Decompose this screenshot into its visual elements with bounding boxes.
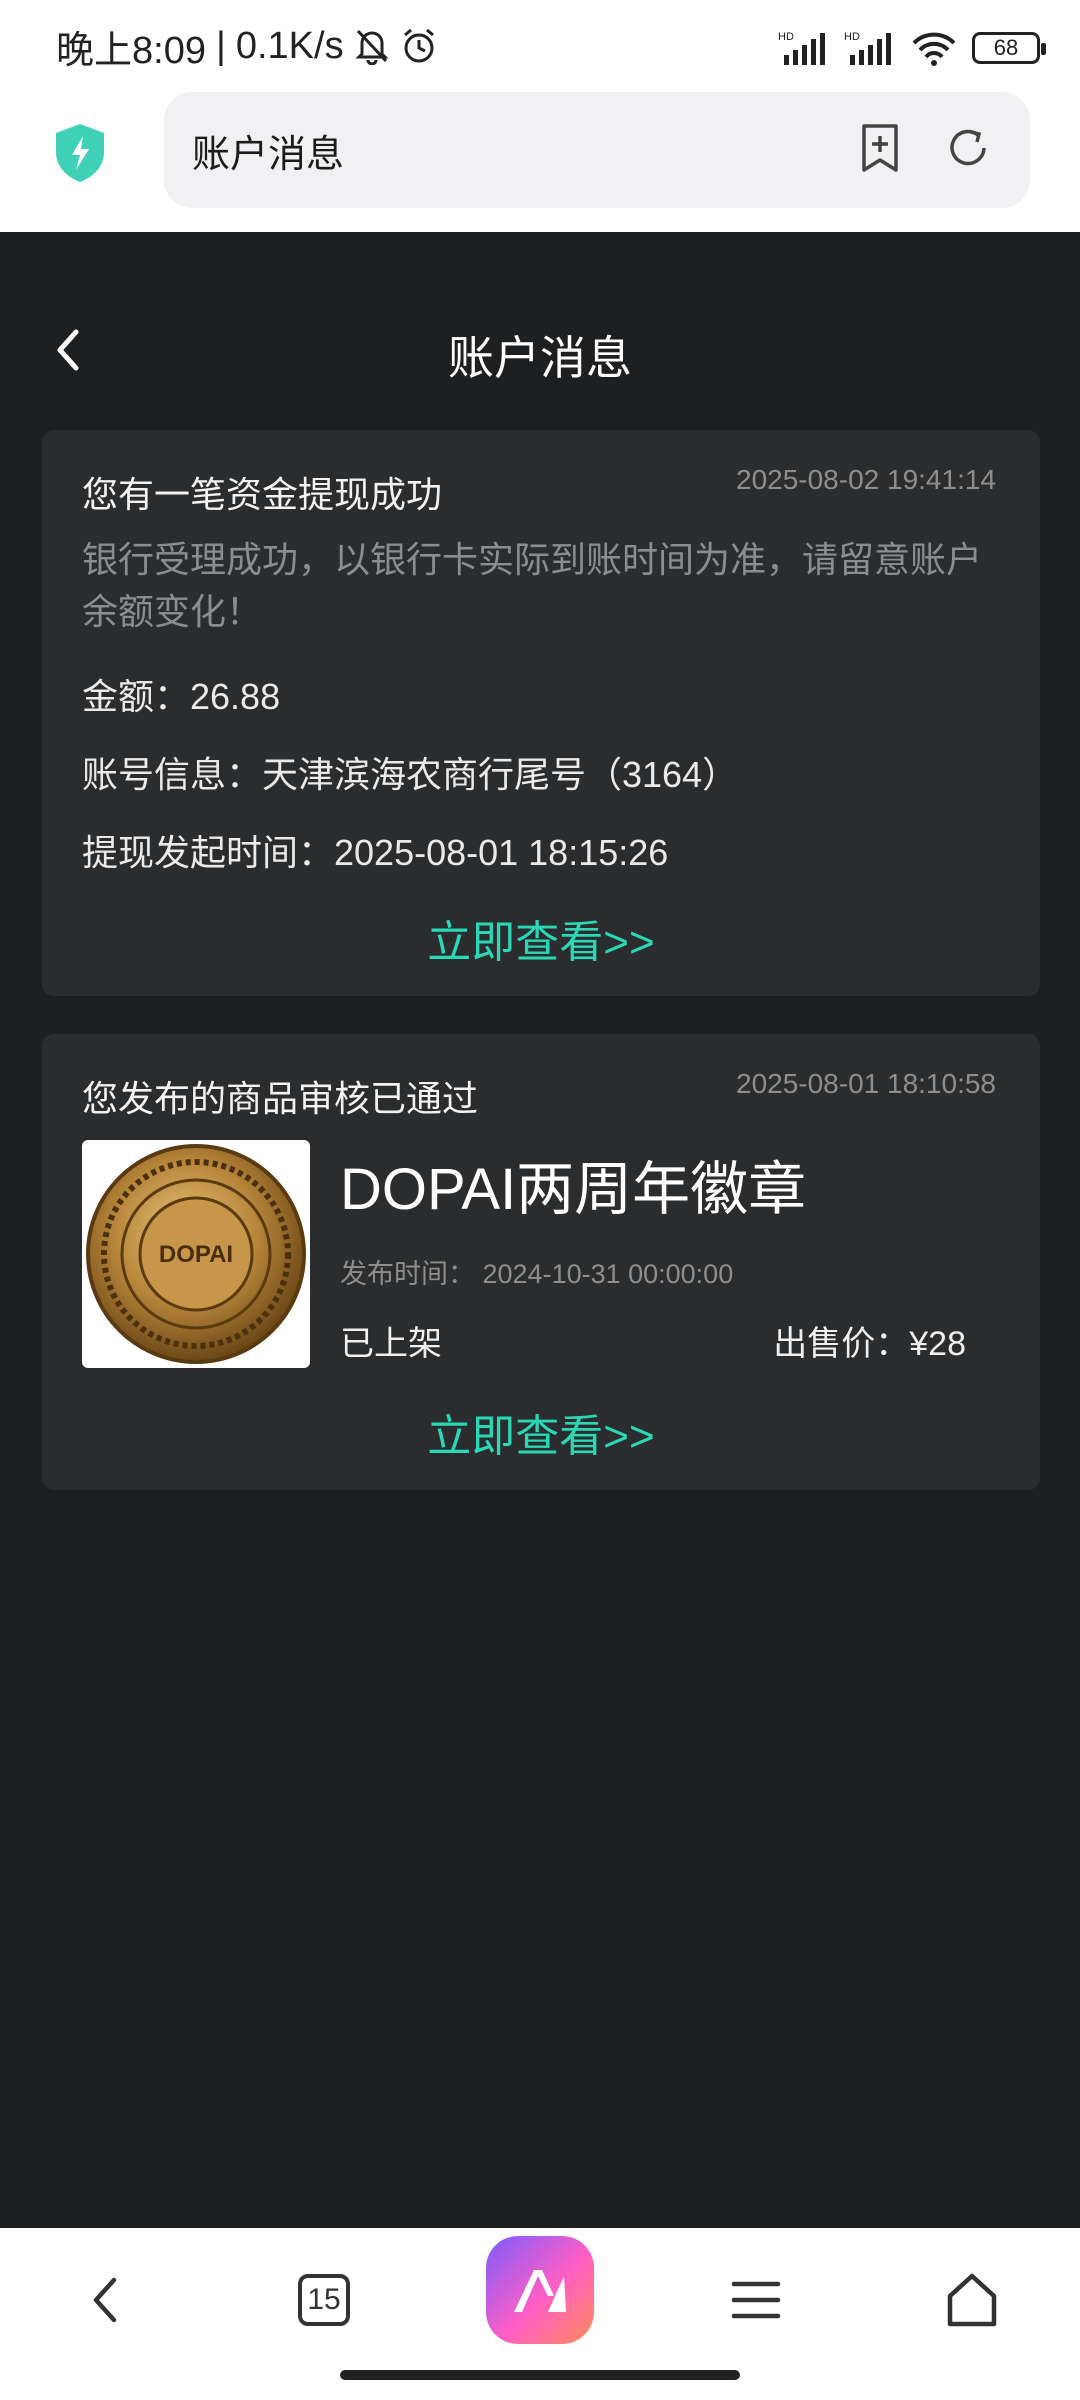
nav-back-button[interactable] bbox=[56, 2250, 156, 2350]
mute-bell-icon bbox=[354, 29, 389, 65]
withdrawal-amount: 金额：26.88 bbox=[82, 676, 281, 717]
status-left: 晚上8:09 | 0.1K/s bbox=[56, 18, 438, 74]
page-title: 账户消息 bbox=[448, 332, 632, 384]
signal-hd-label-2: HD bbox=[844, 31, 860, 43]
signal-icon-2: HD bbox=[844, 31, 891, 65]
menu-icon bbox=[731, 2281, 781, 2319]
network-speed: 0.1K/s bbox=[235, 24, 344, 67]
product-price: 出售价：¥28 bbox=[773, 1325, 966, 1363]
status-bar: 晚上8:09 | 0.1K/s HD HD 68 bbox=[0, 0, 1080, 92]
message-time: 2025-08-02 19:41:14 bbox=[736, 464, 996, 495]
signal-icon: HD bbox=[778, 31, 825, 65]
status-separator: | bbox=[215, 24, 226, 67]
message-description: 银行受理成功，以银行卡实际到账时间为准，请留意账户余额变化！ bbox=[82, 539, 983, 632]
home-icon bbox=[947, 2273, 997, 2327]
nav-home-button[interactable] bbox=[922, 2250, 1022, 2350]
tab-count-icon: 15 bbox=[298, 2274, 350, 2326]
status-time: 晚上8:09 bbox=[56, 29, 206, 72]
badge-coin-image: DOPAI bbox=[86, 1144, 306, 1364]
message-time: 2025-08-01 18:10:58 bbox=[736, 1068, 996, 1099]
battery-level: 68 bbox=[993, 35, 1019, 60]
back-icon bbox=[93, 2277, 117, 2323]
address-bar[interactable]: 账户消息 bbox=[164, 92, 1030, 208]
alarm-icon bbox=[403, 28, 434, 63]
withdrawal-initiated-time: 提现发起时间：2025-08-01 18:15:26 bbox=[82, 832, 669, 873]
home-indicator[interactable] bbox=[340, 2370, 740, 2380]
view-now-link[interactable]: 立即查看>> bbox=[42, 1400, 1040, 1464]
view-now-link[interactable]: 立即查看>> bbox=[42, 906, 1040, 970]
account-info: 账号信息：天津滨海农商行尾号（3164） bbox=[82, 754, 739, 795]
nav-tabs-button[interactable]: 15 bbox=[274, 2250, 374, 2350]
product-publish-date: 发布时间： 2024-10-31 00:00:00 bbox=[340, 1259, 734, 1289]
withdrawal-message-card: 您有一笔资金提现成功 2025-08-02 19:41:14 银行受理成功，以银… bbox=[42, 430, 1040, 996]
address-text: 账户消息 bbox=[192, 133, 345, 176]
ai-logo-icon bbox=[514, 2270, 566, 2312]
ai-assistant-button[interactable] bbox=[486, 2236, 594, 2344]
address-actions bbox=[856, 122, 992, 174]
product-approved-card: 您发布的商品审核已通过 2025-08-01 18:10:58 DOPAI DO… bbox=[42, 1034, 1040, 1490]
bookmark-add-icon[interactable] bbox=[856, 122, 904, 174]
badge-text: DOPAI bbox=[159, 1241, 233, 1268]
message-title: 您发布的商品审核已通过 bbox=[82, 1078, 479, 1119]
tab-count: 15 bbox=[307, 2283, 341, 2316]
status-right: HD HD 68 bbox=[778, 22, 1046, 74]
product-image[interactable]: DOPAI bbox=[82, 1140, 310, 1368]
refresh-icon[interactable] bbox=[944, 122, 992, 174]
page-header: 账户消息 bbox=[0, 300, 1080, 400]
signal-hd-label-1: HD bbox=[778, 31, 794, 43]
browser-toolbar: 账户消息 bbox=[0, 92, 1080, 232]
battery-icon: 68 bbox=[972, 32, 1046, 64]
security-shield-icon[interactable] bbox=[52, 122, 108, 184]
wifi-icon bbox=[912, 32, 956, 66]
nav-menu-button[interactable] bbox=[706, 2250, 806, 2350]
message-title: 您有一笔资金提现成功 bbox=[82, 474, 443, 515]
product-name: DOPAI两周年徽章 bbox=[340, 1157, 807, 1222]
product-status: 已上架 bbox=[340, 1325, 442, 1363]
